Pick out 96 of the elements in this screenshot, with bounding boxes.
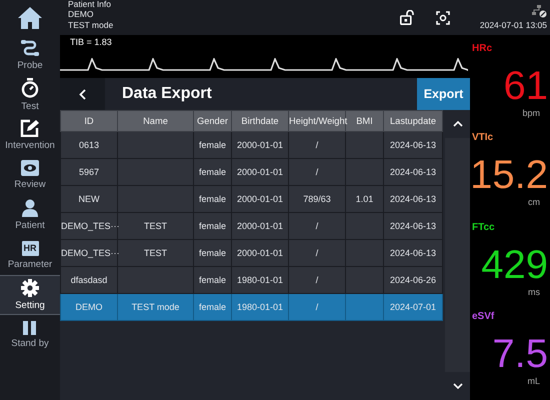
table-cell: 2024-06-13	[390, 248, 436, 258]
table-cell: /	[316, 167, 318, 177]
table-cell: 5967	[78, 167, 100, 177]
table-row[interactable]: DEMO_TES··· TEST female 2000-01-01 / 2024-06-13	[60, 240, 442, 266]
table-cell: 2000-01-01	[236, 140, 284, 150]
column-header[interactable]: ID	[60, 110, 118, 132]
unlocked-padlock-icon[interactable]	[400, 10, 414, 25]
metric-label: eSVf	[472, 310, 494, 322]
metric-label: VTIc	[472, 132, 494, 144]
table-cell: female	[198, 140, 226, 150]
table-cell: female	[198, 302, 226, 312]
patient-info-text: DEMO	[68, 9, 94, 20]
sidebar-item[interactable]: Probe	[0, 35, 60, 75]
patient-info-text: TEST mode	[68, 20, 114, 30]
pause-icon	[23, 321, 37, 335]
table-cell: 2024-06-26	[390, 275, 436, 285]
metric-label: FTcc	[472, 222, 495, 232]
column-header[interactable]: Height/Weight	[288, 110, 346, 132]
table-cell: 1.01	[356, 194, 374, 204]
sidebar-item[interactable]: Patient	[0, 195, 60, 235]
metric-value: 15.2	[470, 153, 548, 198]
table-cell: female	[198, 248, 226, 258]
table-cell: DEMO_TES···	[61, 248, 120, 258]
table-row[interactable]: NEW female 2000-01-01 789/63 1.01 2024-06-13	[60, 186, 442, 212]
metric-unit: bpm	[522, 108, 540, 118]
table-cell: TEST	[144, 221, 167, 231]
table-cell: /	[316, 140, 318, 150]
table-cell: 2024-07-01	[390, 302, 436, 312]
column-header[interactable]: Name	[118, 110, 194, 132]
patient-info-text: Patient Info	[68, 0, 112, 10]
table-cell: DEMO_TES···	[61, 221, 120, 231]
sidebar-item[interactable]: Review	[0, 155, 60, 195]
metric-unit: mL	[527, 376, 540, 386]
export-button[interactable]: Export	[417, 78, 470, 110]
metric-label: HRc	[472, 43, 492, 54]
scroll-down-button[interactable]	[445, 372, 470, 400]
table-cell: 2000-01-01	[236, 167, 284, 177]
metric-unit: cm	[528, 197, 540, 208]
table-cell: dfasdasd	[70, 275, 108, 285]
person-icon	[21, 199, 39, 217]
table-cell: 789/63	[303, 194, 331, 204]
edit-icon	[20, 119, 40, 137]
table-cell: female	[198, 221, 226, 231]
table-cell: 2024-06-13	[390, 167, 436, 177]
table-cell: /	[316, 275, 318, 285]
tib-label: TIB = 1.83	[70, 37, 112, 47]
date-time: 2024-07-01 13:05	[480, 20, 547, 30]
scroll-up-button[interactable]	[445, 110, 470, 138]
table-row[interactable]: 0613 female 2000-01-01 / 2024-06-13	[60, 132, 442, 158]
table-row[interactable]: dfasdasd female 1980-01-01 / 2024-06-26	[60, 266, 442, 294]
probe-icon	[20, 39, 40, 57]
column-header[interactable]: Lastupdate	[384, 110, 442, 132]
table-cell: 2000-01-01	[236, 221, 284, 231]
metric-value: 61	[504, 64, 548, 108]
table-cell: female	[198, 167, 226, 177]
sidebar-item[interactable]: HR Parameter	[0, 235, 60, 275]
eye-icon	[21, 160, 39, 176]
column-header[interactable]: Gender	[194, 110, 232, 132]
table-cell: 2024-06-13	[390, 221, 436, 231]
table-cell: female	[198, 194, 226, 204]
sidebar-item[interactable]: Setting	[0, 275, 60, 315]
stopwatch-icon	[21, 78, 39, 98]
table-cell: 1980-01-01	[236, 275, 284, 285]
parameter-icon: HR	[22, 240, 38, 256]
table-cell: DEMO	[76, 302, 102, 312]
table-row[interactable]: DEMO_TES··· TEST female 2000-01-01 / 2024-06-13	[60, 212, 442, 240]
table-cell: 2024-06-13	[390, 194, 436, 204]
settings-icon	[21, 279, 39, 297]
table-cell: NEW	[78, 194, 100, 204]
scan-icon[interactable]	[436, 10, 450, 24]
sidebar-item[interactable]: Intervention	[0, 115, 60, 155]
chevron-down-icon	[452, 383, 462, 389]
chevron-left-icon	[79, 88, 86, 100]
table-row[interactable]: DEMO TEST mode female 1980-01-01 / 2024-07-01	[60, 294, 442, 320]
table-cell: female	[198, 275, 226, 285]
metric-value: 7.5	[492, 332, 548, 376]
metric-unit: ms	[528, 286, 540, 296]
table-cell: 0613	[78, 140, 100, 150]
table-cell: /	[316, 221, 318, 231]
table-cell: 2000-01-01	[236, 194, 284, 204]
table-cell: TEST	[144, 248, 167, 258]
table-cell: TEST mode	[132, 302, 180, 312]
sidebar-item[interactable]: Test	[0, 75, 60, 115]
table-cell: /	[316, 248, 318, 258]
table-row[interactable]: 5967 female 2000-01-01 / 2024-06-13	[60, 158, 442, 186]
page-title: Data Export	[121, 84, 213, 104]
home-icon[interactable]	[18, 6, 42, 28]
table-cell: 1980-01-01	[236, 302, 284, 312]
network-disconnected-icon	[531, 5, 547, 18]
table-cell: 2024-06-13	[390, 140, 436, 150]
chevron-up-icon	[452, 121, 462, 127]
column-header[interactable]: Birthdate	[232, 110, 288, 132]
sidebar-item[interactable]: Stand by	[0, 315, 60, 355]
table-cell: /	[316, 302, 318, 312]
metric-value: 429	[481, 242, 548, 286]
table-cell: 2000-01-01	[236, 248, 284, 258]
